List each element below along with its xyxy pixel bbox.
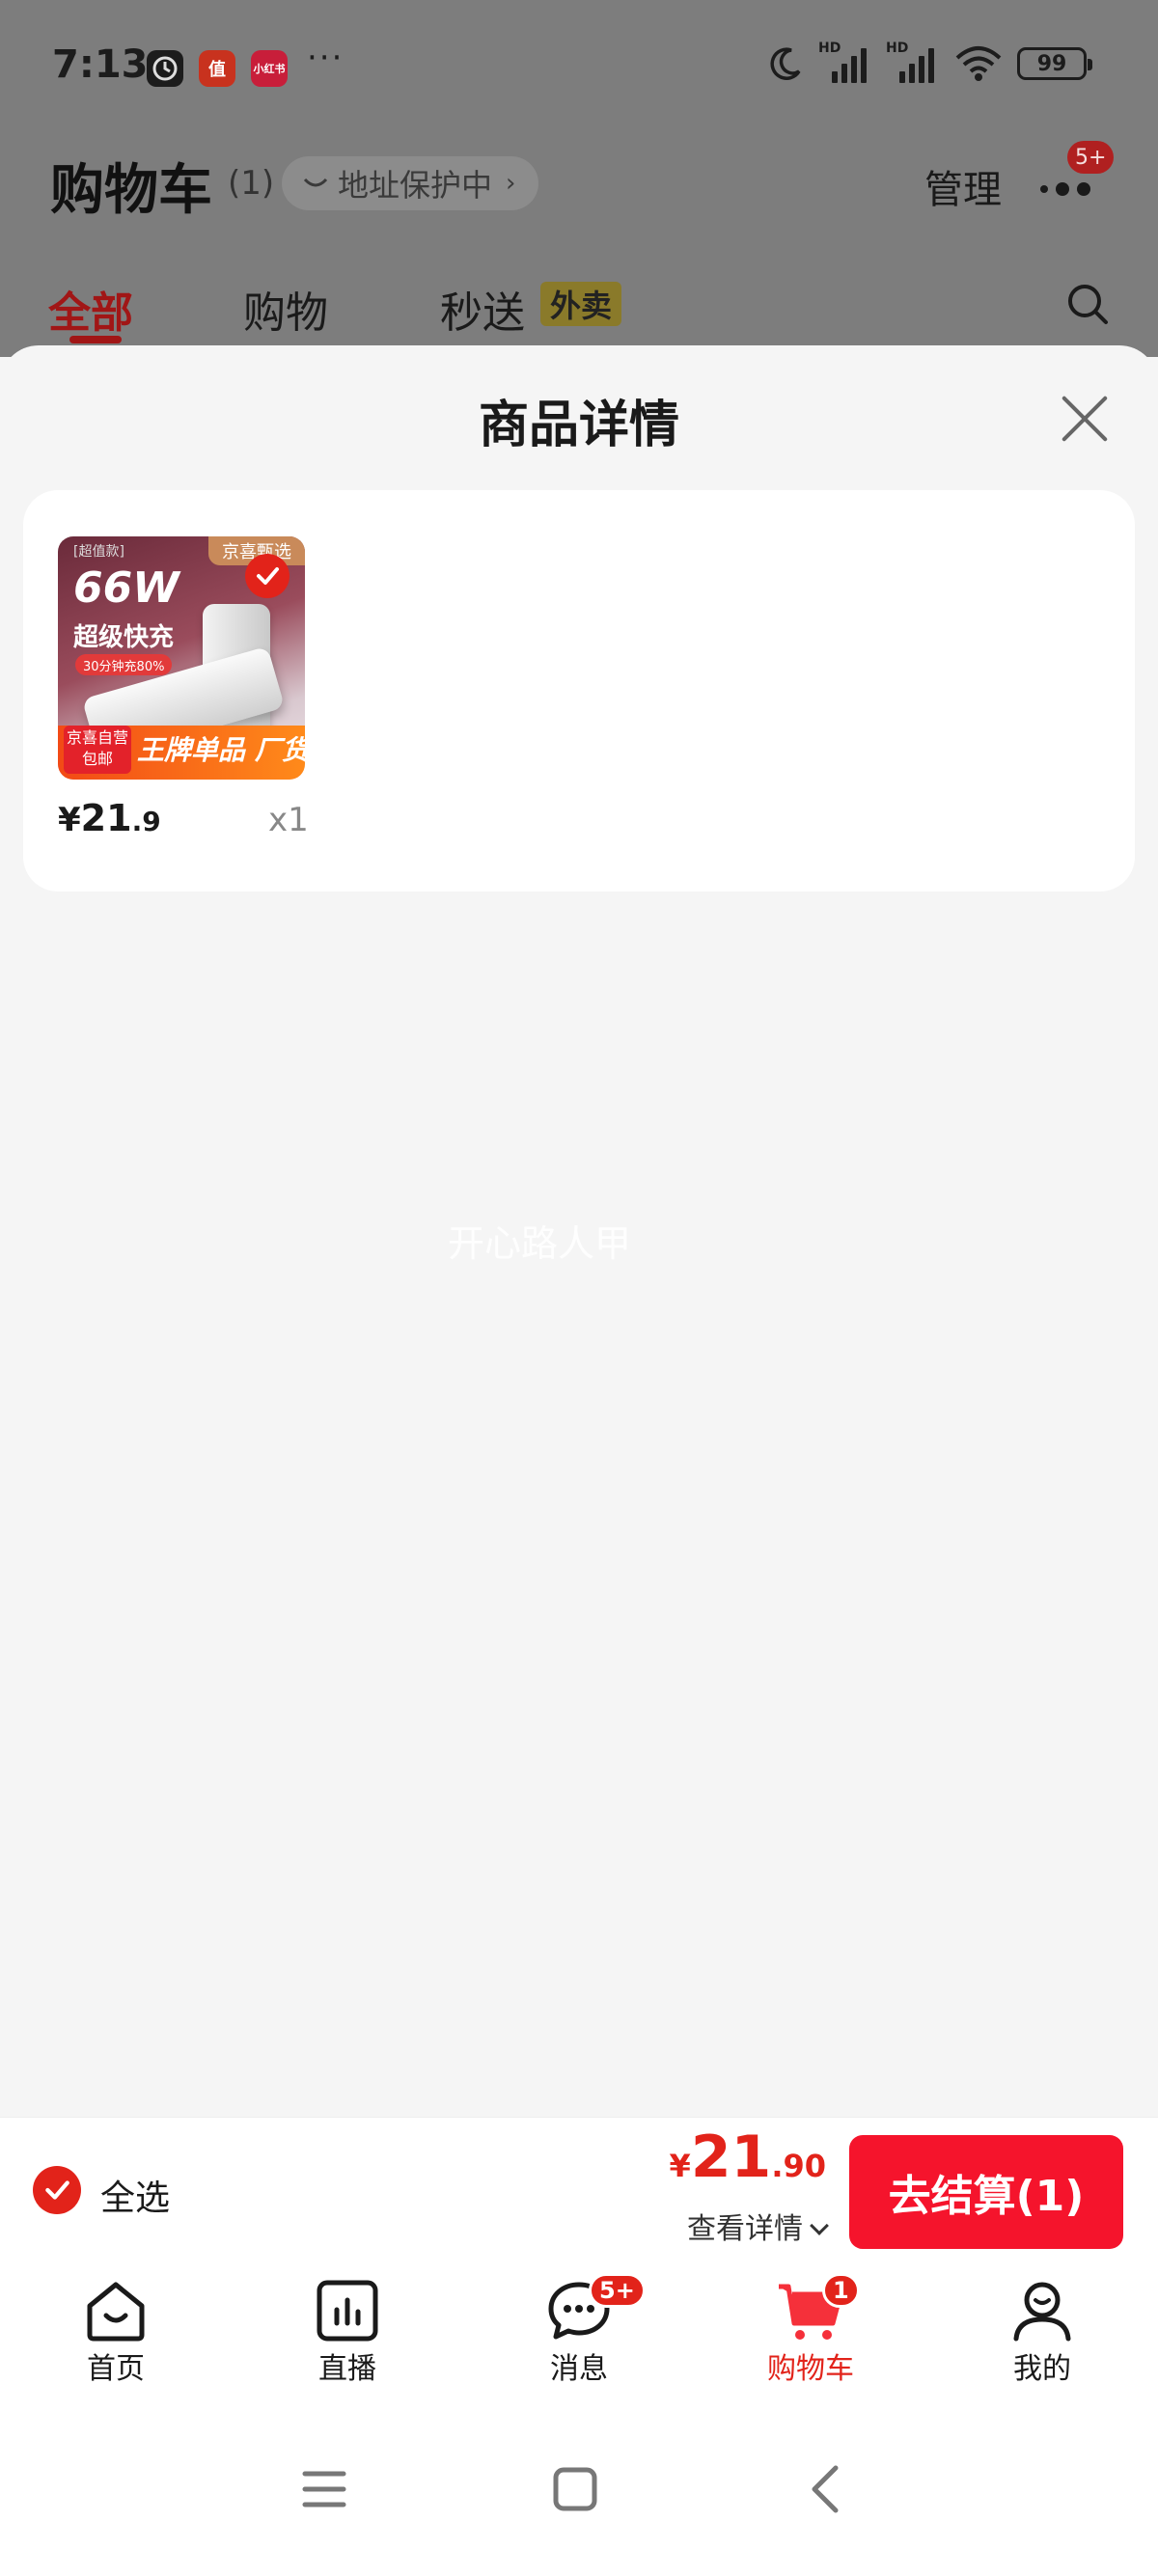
address-protection-label: 地址保护中 <box>338 167 493 204</box>
total-symbol: ¥ <box>669 2148 691 2184</box>
tabbar-label: 我的 <box>1013 2352 1071 2386</box>
tab-active-indicator <box>69 336 122 343</box>
tabbar-label: 直播 <box>318 2352 376 2386</box>
tabbar-item-cart[interactable]: 购物车 1 <box>733 2273 888 2404</box>
sheet-title: 商品详情 <box>478 397 679 454</box>
view-details-link[interactable]: 查看详情 <box>687 2205 829 2247</box>
system-navigation-bar <box>0 2414 1158 2576</box>
price-decimal: .9 <box>131 806 161 837</box>
chevron-right-icon: › <box>506 169 516 198</box>
bottom-tab-bar: 首页 直播 消息 5+ 购物车 1 我的 <box>0 2263 1158 2414</box>
messages-badge: 5+ <box>589 2273 646 2308</box>
tab-all[interactable]: 全部 <box>48 278 133 340</box>
thumb-charge-pill: 30分钟充80% <box>75 654 173 675</box>
total-integer: 21 <box>690 2124 772 2191</box>
total-decimal: .90 <box>771 2148 826 2184</box>
status-bar: 7:13 值 小红书 ··· HD HD 99 <box>0 0 1158 135</box>
live-icon <box>317 2280 378 2342</box>
smile-icon <box>303 178 328 187</box>
status-more-icon: ··· <box>307 39 345 77</box>
manage-button[interactable]: 管理 <box>924 158 1002 214</box>
thumb-ship-line-2: 包邮 <box>81 750 113 768</box>
checkmark-icon <box>45 2180 69 2200</box>
battery-indicator: 99 <box>1017 47 1092 80</box>
cart-header: 购物车 (1) 地址保护中 › 管理 5+ 全部 购物 秒送 外卖 <box>0 135 1158 357</box>
chevron-down-icon <box>810 2216 829 2235</box>
thumb-fast-charge: 超级快充 <box>73 623 175 652</box>
signal-icon-1: HD <box>818 41 872 83</box>
price-integer: 21 <box>80 797 132 839</box>
status-indicators: HD HD 99 <box>766 41 1092 83</box>
product-selected-checkbox[interactable] <box>245 554 290 598</box>
price-symbol: ¥ <box>58 801 81 839</box>
search-icon[interactable] <box>1065 282 1112 328</box>
checkmark-icon <box>257 567 279 585</box>
select-all-checkbox[interactable] <box>33 2166 81 2214</box>
thumb-bottom-text: 王牌单品 厂货百补 <box>137 734 305 766</box>
tabbar-item-live[interactable]: 直播 <box>270 2279 425 2404</box>
watermark: 开心路人甲 <box>448 1222 632 1265</box>
do-not-disturb-icon <box>770 47 801 80</box>
tabbar-label: 购物车 <box>767 2352 854 2386</box>
signal-icon-2: HD <box>886 41 940 83</box>
thumb-ship-tag: 京喜自营 包邮 <box>64 726 131 774</box>
clock-app-icon <box>147 50 183 87</box>
more-dot-icon <box>1040 185 1048 193</box>
total-price: ¥21.90 <box>670 2124 826 2191</box>
tabbar-item-messages[interactable]: 消息 5+ <box>502 2273 656 2404</box>
cart-badge: 1 <box>822 2273 860 2308</box>
cart-count: (1) <box>228 164 275 203</box>
more-badge: 5+ <box>1067 141 1115 174</box>
product-detail-sheet: 商品详情 [超值款] 京喜甄选 66W 超级快充 30分钟充80% 京喜自营 包… <box>0 345 1158 2117</box>
page-title: 购物车 <box>50 159 212 222</box>
tabbar-item-home[interactable]: 首页 <box>39 2279 193 2404</box>
home-icon <box>87 2282 145 2342</box>
address-protection-pill[interactable]: 地址保护中 › <box>282 156 539 210</box>
profile-icon <box>1013 2282 1071 2342</box>
zhi-app-icon: 值 <box>199 50 235 87</box>
tab-instant-delivery[interactable]: 秒送 <box>440 278 525 340</box>
status-time: 7:13 <box>52 42 149 87</box>
home-square-icon[interactable] <box>546 2460 604 2518</box>
product-quantity: x1 <box>268 801 309 839</box>
select-all-label[interactable]: 全选 <box>100 2170 170 2220</box>
more-dot-icon <box>1077 182 1090 196</box>
close-icon[interactable] <box>1058 392 1112 446</box>
cart-page: 7:13 值 小红书 ··· HD HD 99 购物车 (1) 地址保护中 › … <box>0 0 1158 2576</box>
menu-icon[interactable] <box>295 2460 353 2518</box>
wifi-icon <box>955 46 1002 81</box>
tab-shopping[interactable]: 购物 <box>243 278 328 340</box>
thumb-ship-line-1: 京喜自营 <box>66 728 128 747</box>
more-dot-icon <box>1056 182 1069 196</box>
xiaohongshu-app-icon: 小红书 <box>251 50 288 87</box>
product-price: ¥21.9 <box>58 797 161 839</box>
checkout-bar: 全选 ¥21.90 查看详情 去结算(1) <box>0 2117 1158 2263</box>
product-thumbnail[interactable]: [超值款] 京喜甄选 66W 超级快充 30分钟充80% 京喜自营 包邮 王牌单… <box>58 536 305 780</box>
checkout-button[interactable]: 去结算(1) <box>849 2135 1123 2249</box>
tabbar-label: 首页 <box>87 2352 145 2386</box>
product-card: [超值款] 京喜甄选 66W 超级快充 30分钟充80% 京喜自营 包邮 王牌单… <box>23 490 1135 891</box>
back-icon[interactable] <box>797 2460 855 2518</box>
takeout-tag: 外卖 <box>540 282 622 326</box>
tabbar-label: 消息 <box>550 2352 608 2386</box>
thumb-watt: 66W <box>73 563 179 613</box>
view-details-label: 查看详情 <box>687 2212 803 2246</box>
tabbar-item-profile[interactable]: 我的 <box>965 2279 1119 2404</box>
